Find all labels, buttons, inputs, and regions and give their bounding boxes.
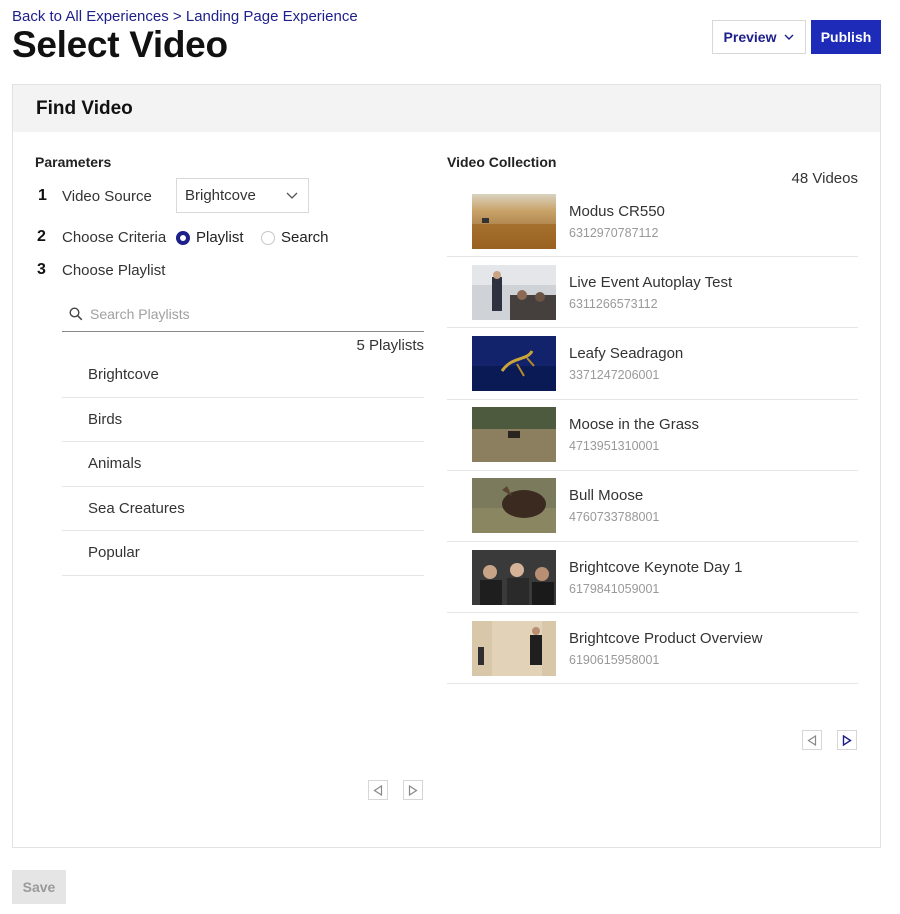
video-title: Modus CR550 (569, 202, 665, 220)
video-thumbnail (472, 264, 556, 320)
step-number-2: 2 (37, 228, 46, 245)
video-id: 4713951310001 (569, 439, 660, 454)
playlist-item[interactable]: Animals (62, 442, 424, 487)
playlist-list: Brightcove Birds Animals Sea Creatures P… (62, 353, 424, 576)
video-item[interactable]: Bull Moose 4760733788001 (447, 471, 858, 542)
step-number-1: 1 (38, 187, 47, 204)
video-thumbnail (472, 407, 556, 463)
video-thumbnail (472, 193, 556, 249)
criteria-radio-playlist[interactable]: Playlist (176, 229, 244, 246)
playlist-count: 5 Playlists (356, 337, 424, 354)
parameters-heading: Parameters (35, 154, 112, 170)
video-thumbnail (472, 335, 556, 391)
video-prev-page-button[interactable] (802, 730, 822, 750)
criteria-radio-search[interactable]: Search (261, 229, 329, 246)
video-id: 6190615958001 (569, 652, 660, 667)
playlist-item[interactable]: Brightcove (62, 353, 424, 398)
video-title: Leafy Seadragon (569, 344, 684, 362)
radio-checked-icon (176, 230, 190, 245)
video-list: Modus CR550 6312970787112 Live Event Aut… (447, 186, 858, 685)
playlist-search (62, 296, 424, 332)
step-label-choose-playlist: Choose Playlist (62, 262, 166, 279)
video-item[interactable]: Leafy Seadragon 3371247206001 (447, 328, 858, 400)
video-id: 6311266573112 (569, 296, 658, 311)
publish-button[interactable]: Publish (811, 20, 881, 54)
video-thumbnail (472, 549, 556, 605)
video-title: Brightcove Product Overview (569, 629, 763, 647)
video-next-page-button[interactable] (837, 730, 857, 750)
chevron-down-icon (784, 34, 794, 40)
breadcrumb-current[interactable]: Landing Page Experience (186, 8, 358, 25)
playlist-item[interactable]: Popular (62, 531, 424, 576)
video-source-value: Brightcove (185, 187, 256, 204)
preview-button-label: Preview (723, 29, 777, 45)
video-id: 3371247206001 (569, 367, 660, 382)
video-thumbnail (472, 478, 556, 534)
criteria-radio-playlist-label: Playlist (196, 229, 244, 246)
playlist-item[interactable]: Birds (62, 398, 424, 442)
video-item[interactable]: Live Event Autoplay Test 6311266573112 (447, 257, 858, 329)
video-title: Moose in the Grass (569, 416, 700, 434)
video-id: 6179841059001 (569, 581, 660, 596)
video-id: 6312970787112 (569, 225, 659, 240)
triangle-right-icon (408, 784, 418, 796)
video-source-select[interactable]: Brightcove (176, 178, 309, 213)
video-title: Brightcove Keynote Day 1 (569, 558, 743, 576)
step-label-choose-criteria: Choose Criteria (62, 229, 167, 246)
video-id: 4760733788001 (569, 510, 660, 525)
breadcrumb-separator: > (172, 8, 182, 25)
video-item[interactable]: Moose in the Grass 4713951310001 (447, 400, 858, 471)
video-item[interactable]: Modus CR550 6312970787112 (447, 186, 858, 258)
breadcrumb-back-link[interactable]: Back to All Experiences (12, 8, 169, 25)
video-count: 48 Videos (791, 170, 858, 187)
playlist-prev-page-button[interactable] (368, 780, 388, 800)
video-collection-heading: Video Collection (447, 154, 557, 170)
chevron-down-icon (286, 192, 298, 199)
playlist-next-page-button[interactable] (403, 780, 423, 800)
video-title: Live Event Autoplay Test (569, 273, 733, 291)
video-thumbnail (472, 620, 556, 676)
playlist-search-input[interactable] (90, 305, 390, 322)
step-label-video-source: Video Source (62, 188, 152, 205)
triangle-right-icon (842, 734, 852, 746)
radio-unchecked-icon (261, 230, 275, 245)
triangle-left-icon (373, 784, 383, 796)
triangle-left-icon (807, 734, 817, 746)
step-number-3: 3 (37, 261, 46, 278)
criteria-radio-search-label: Search (281, 229, 329, 246)
panel-title: Find Video (13, 85, 880, 132)
video-item[interactable]: Brightcove Keynote Day 1 6179841059001 (447, 542, 858, 614)
preview-button[interactable]: Preview (712, 20, 806, 54)
search-icon (62, 306, 90, 321)
page-title: Select Video (12, 24, 228, 65)
breadcrumb: Back to All Experiences > Landing Page E… (12, 8, 358, 25)
save-button[interactable]: Save (12, 870, 66, 904)
playlist-item[interactable]: Sea Creatures (62, 487, 424, 531)
video-title: Bull Moose (569, 487, 644, 505)
video-item[interactable]: Brightcove Product Overview 619061595800… (447, 613, 858, 685)
